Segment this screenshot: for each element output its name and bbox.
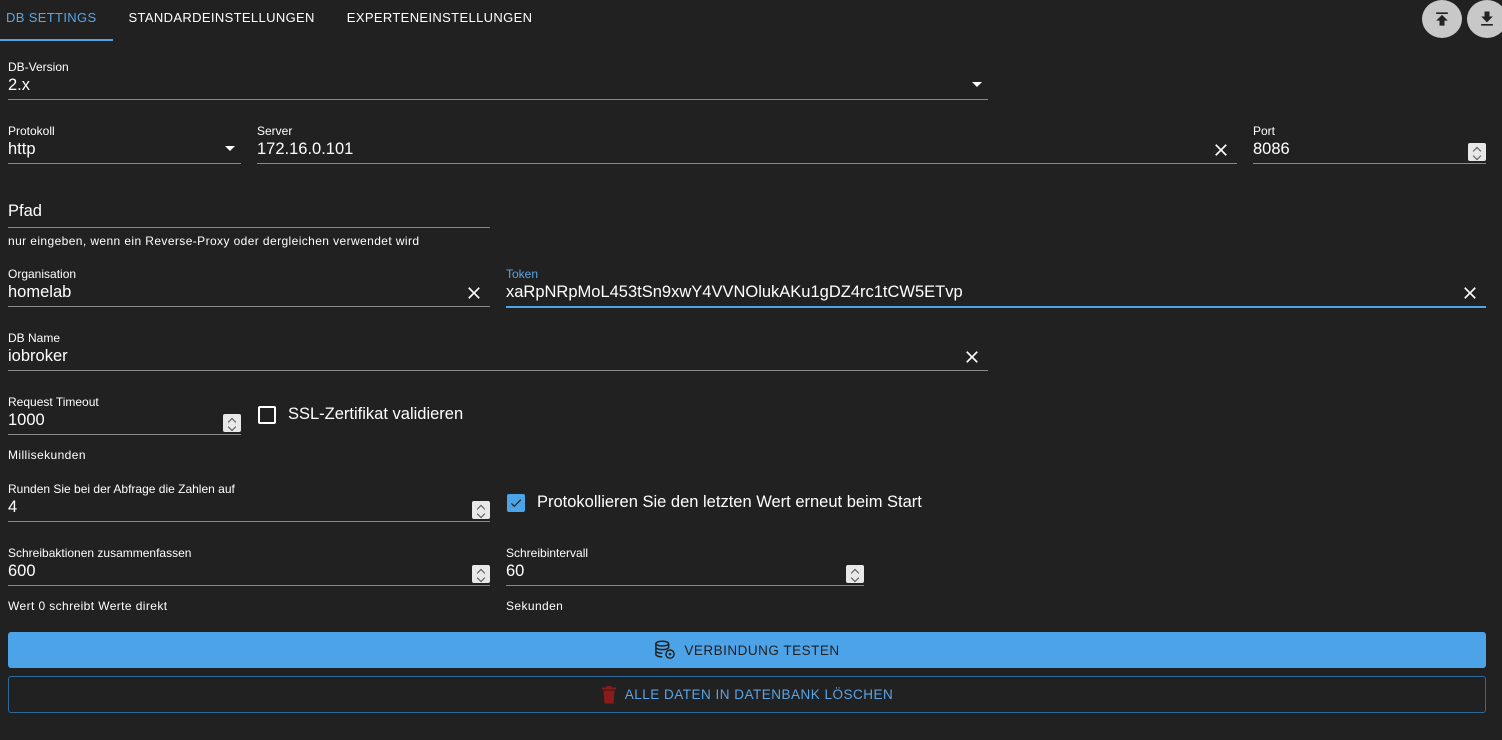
db-version-value: 2.x	[8, 76, 31, 94]
delete-all-data-label: ALLE DATEN IN DATENBANK LÖSCHEN	[624, 687, 894, 702]
port-value: 8086	[1253, 140, 1290, 158]
server-field[interactable]: Server 172.16.0.101	[257, 124, 1237, 172]
log-last-value-label: Protokollieren Sie den letzten Wert erne…	[537, 493, 922, 511]
round-label: Runden Sie bei der Abfrage die Zahlen au…	[8, 482, 235, 496]
log-last-value-checkbox[interactable]: Protokollieren Sie den letzten Wert erne…	[507, 493, 922, 512]
db-version-select[interactable]: DB-Version 2.x	[8, 60, 988, 108]
protocol-select[interactable]: Protokoll http	[8, 124, 241, 172]
ssl-validate-label: SSL-Zertifikat validieren	[288, 405, 464, 423]
protocol-label: Protokoll	[8, 124, 55, 138]
write-interval-value: 60	[506, 562, 525, 580]
request-timeout-value: 1000	[8, 411, 45, 429]
organisation-field[interactable]: Organisation homelab	[8, 267, 490, 315]
token-label: Token	[506, 267, 539, 281]
tab-db-settings[interactable]: DB SETTINGS	[0, 0, 113, 41]
dropdown-caret-icon	[972, 82, 982, 87]
server-label: Server	[257, 124, 293, 138]
database-settings-icon	[655, 640, 676, 659]
dropdown-caret-icon	[225, 146, 235, 151]
download-icon	[1481, 11, 1493, 26]
write-interval-helper: Sekunden	[506, 599, 564, 613]
path-placeholder: Pfad	[8, 202, 42, 220]
organisation-value: homelab	[8, 283, 72, 301]
tab-bar: DB SETTINGS STANDARDEINSTELLUNGEN EXPERT…	[0, 0, 548, 41]
trash-icon	[601, 685, 616, 703]
tab-expert-settings[interactable]: EXPERTENEINSTELLUNGEN	[331, 0, 549, 41]
round-stepper[interactable]	[472, 501, 490, 519]
organisation-label: Organisation	[8, 267, 77, 281]
request-timeout-helper: Millisekunden	[8, 448, 86, 462]
round-field[interactable]: Runden Sie bei der Abfrage die Zahlen au…	[8, 482, 490, 530]
port-stepper[interactable]	[1468, 143, 1486, 161]
batch-writes-helper: Wert 0 schreibt Werte direkt	[8, 599, 168, 613]
port-field[interactable]: Port 8086	[1253, 124, 1486, 172]
db-version-label: DB-Version	[8, 60, 69, 74]
clear-icon[interactable]	[464, 283, 484, 303]
ssl-validate-checkbox[interactable]: SSL-Zertifikat validieren	[258, 405, 463, 424]
request-timeout-field[interactable]: Request Timeout 1000 Millisekunden	[8, 395, 241, 465]
upload-button[interactable]	[1422, 0, 1462, 38]
delete-all-data-button[interactable]: ALLE DATEN IN DATENBANK LÖSCHEN	[8, 676, 1486, 713]
batch-writes-label: Schreibaktionen zusammenfassen	[8, 546, 192, 560]
checkbox-unchecked-icon	[258, 405, 276, 424]
db-name-field[interactable]: DB Name iobroker	[8, 331, 988, 379]
checkbox-checked-icon	[507, 493, 525, 512]
request-timeout-stepper[interactable]	[223, 414, 241, 432]
write-interval-field[interactable]: Schreibintervall 60 Sekunden	[506, 546, 864, 616]
path-field[interactable]: Pfad nur eingeben, wenn ein Reverse-Prox…	[8, 188, 490, 252]
batch-writes-value: 600	[8, 562, 36, 580]
token-field[interactable]: Token xaRpNRpMoL453tSn9xwY4VVNOlukAKu1gD…	[506, 267, 1486, 315]
batch-writes-field[interactable]: Schreibaktionen zusammenfassen 600 Wert …	[8, 546, 490, 616]
db-name-label: DB Name	[8, 331, 61, 345]
protocol-value: http	[8, 140, 36, 158]
token-value: xaRpNRpMoL453tSn9xwY4VVNOlukAKu1gDZ4rc1t…	[506, 283, 963, 301]
upload-to-top-icon	[1436, 12, 1448, 26]
db-name-value: iobroker	[8, 347, 68, 365]
round-value: 4	[8, 498, 18, 516]
download-button[interactable]	[1467, 0, 1502, 38]
write-interval-label: Schreibintervall	[506, 546, 589, 560]
batch-writes-stepper[interactable]	[472, 565, 490, 583]
clear-icon[interactable]	[1460, 283, 1480, 303]
server-value: 172.16.0.101	[257, 140, 354, 158]
port-label: Port	[1253, 124, 1276, 138]
request-timeout-label: Request Timeout	[8, 395, 99, 409]
test-connection-button[interactable]: VERBINDUNG TESTEN	[8, 632, 1486, 668]
tab-standard-settings[interactable]: STANDARDEINSTELLUNGEN	[113, 0, 331, 41]
test-connection-label: VERBINDUNG TESTEN	[684, 642, 840, 658]
clear-icon[interactable]	[1211, 140, 1231, 160]
path-helper-text: nur eingeben, wenn ein Reverse-Proxy ode…	[8, 234, 420, 248]
write-interval-stepper[interactable]	[846, 565, 864, 583]
clear-icon[interactable]	[962, 347, 982, 367]
